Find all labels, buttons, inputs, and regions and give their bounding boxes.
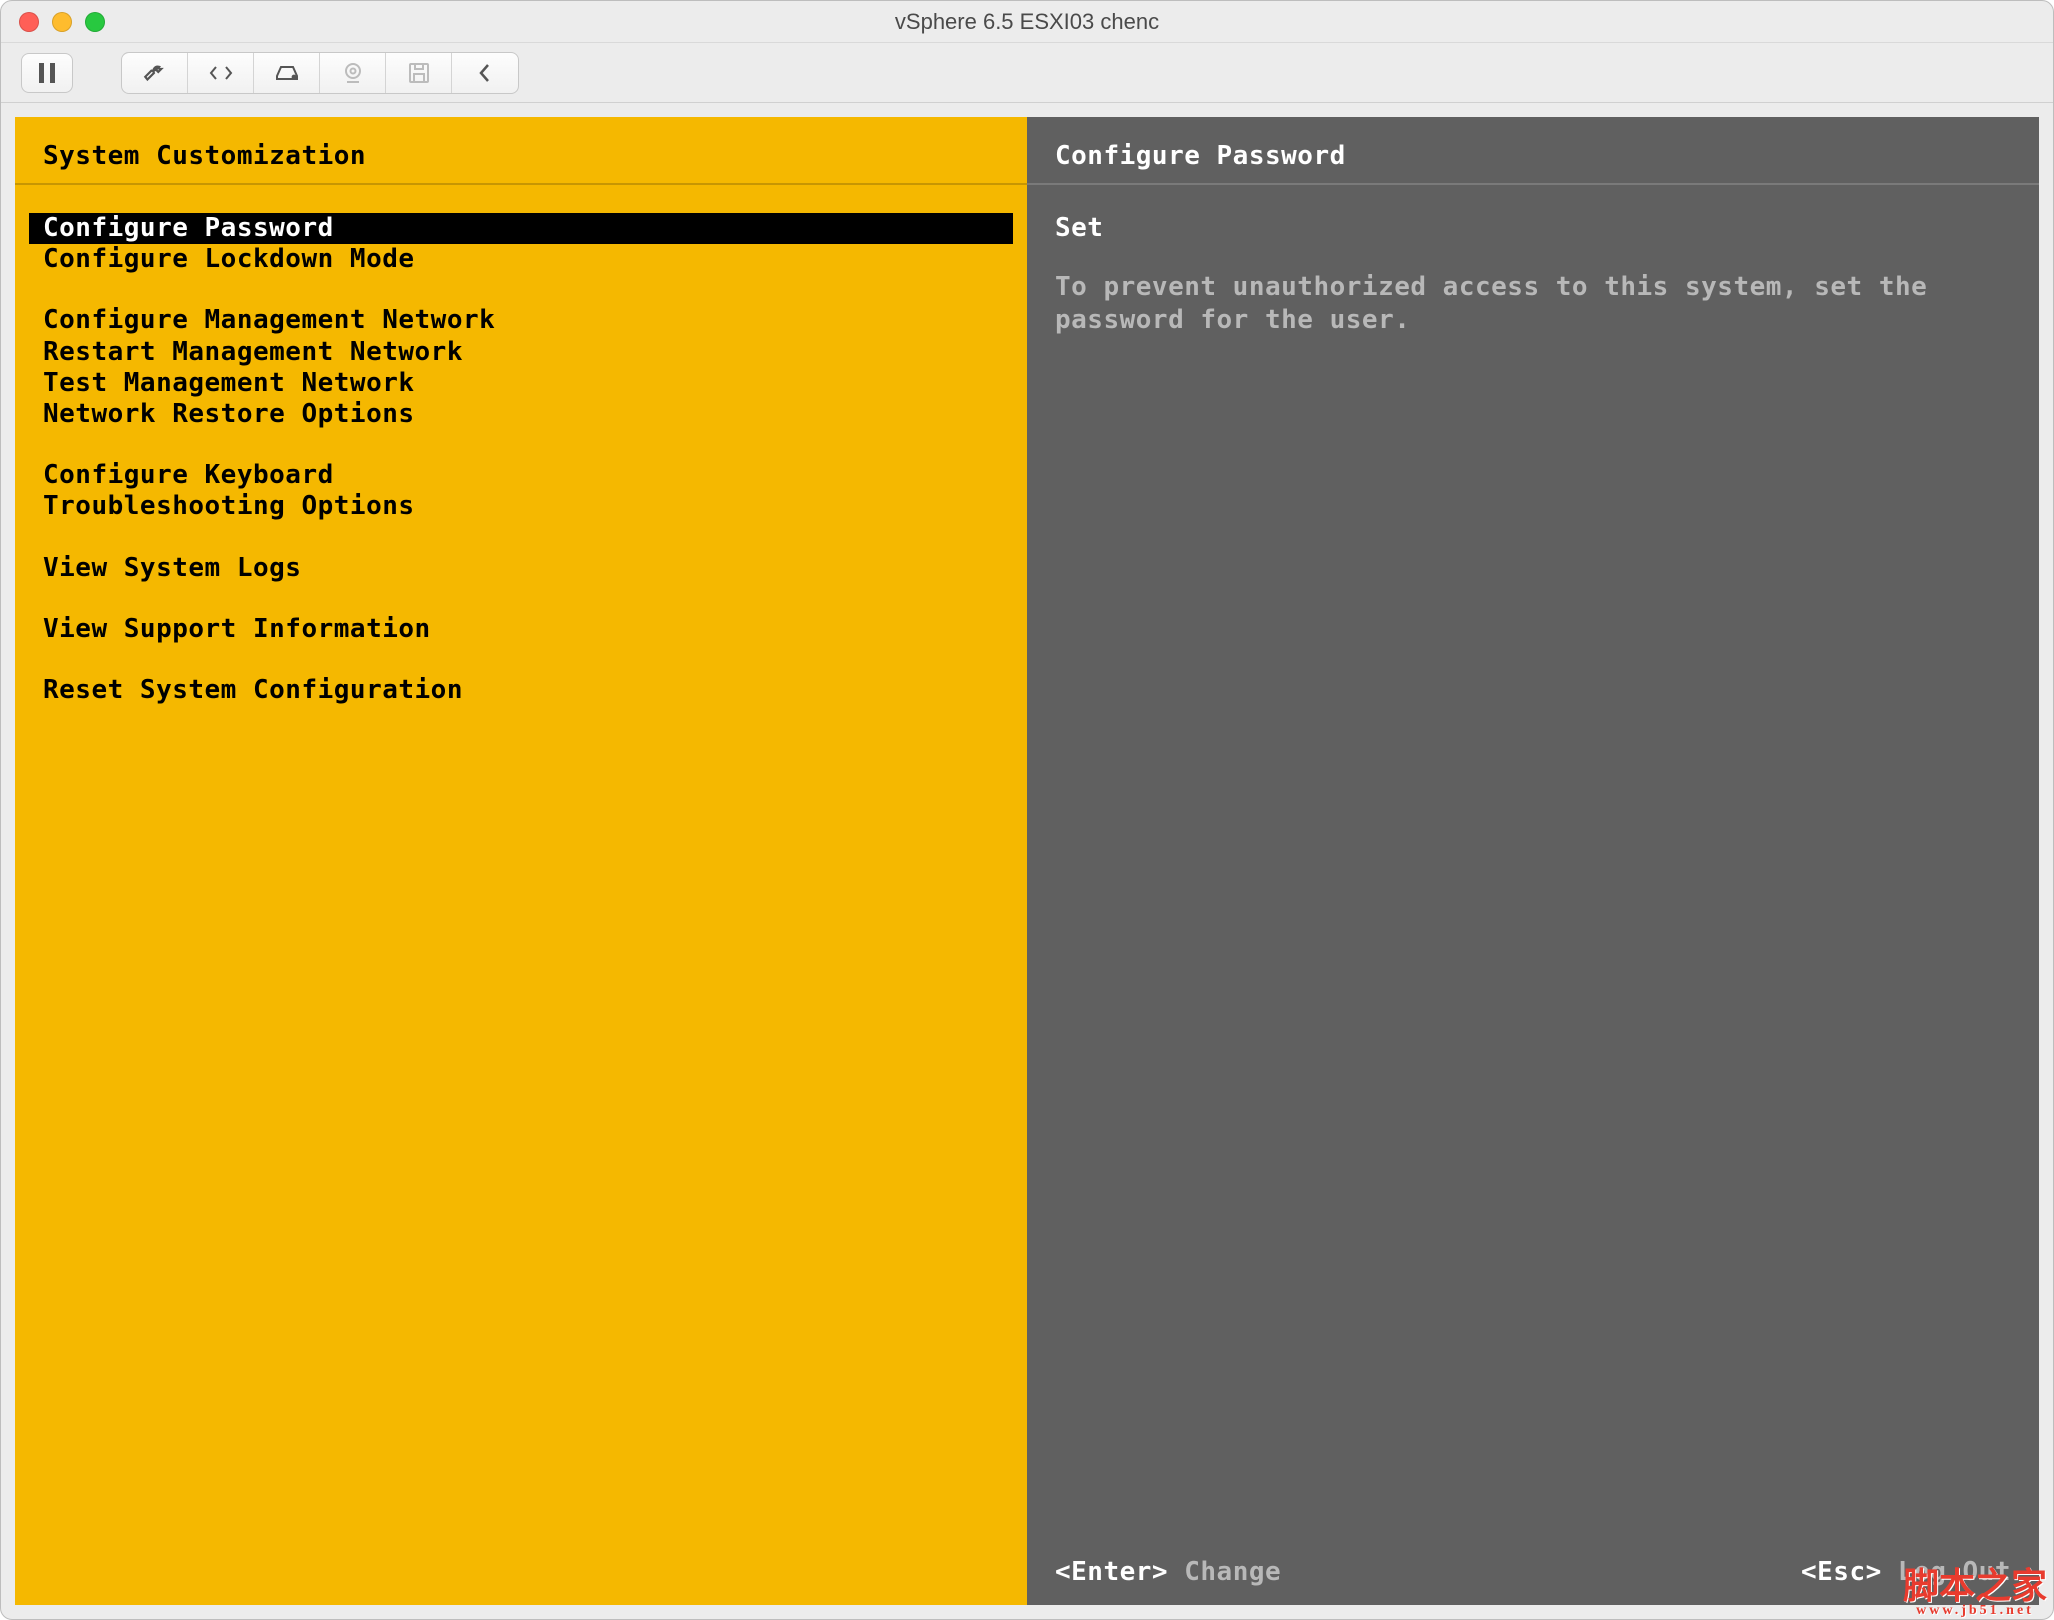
disk-button[interactable] bbox=[254, 53, 320, 93]
pause-button[interactable] bbox=[21, 53, 73, 93]
left-pane: System Customization Configure PasswordC… bbox=[15, 117, 1027, 1605]
resize-button[interactable] bbox=[188, 53, 254, 93]
menu-item-configure-keyboard[interactable]: Configure Keyboard bbox=[29, 460, 1013, 491]
hint-enter: <Enter> Change bbox=[1055, 1557, 1281, 1587]
left-pane-title: System Customization bbox=[15, 117, 1027, 185]
menu-item-restart-management-network[interactable]: Restart Management Network bbox=[29, 337, 1013, 368]
password-status: Set bbox=[1055, 213, 2011, 243]
footer-hints: <Enter> Change <Esc> Log Out bbox=[1027, 1557, 2039, 1587]
close-window-button[interactable] bbox=[19, 12, 39, 32]
detail-panel: Set To prevent unauthorized access to th… bbox=[1027, 185, 2039, 336]
menu-item-troubleshooting-options[interactable]: Troubleshooting Options bbox=[29, 491, 1013, 522]
resize-icon bbox=[208, 64, 234, 82]
menu-item-network-restore-options[interactable]: Network Restore Options bbox=[29, 399, 1013, 430]
hint-esc-label: Log Out bbox=[1882, 1557, 2011, 1587]
webcam-icon bbox=[341, 62, 365, 84]
menu-item-reset-system-configuration[interactable]: Reset System Configuration bbox=[29, 675, 1013, 706]
minimize-window-button[interactable] bbox=[52, 12, 72, 32]
titlebar: vSphere 6.5 ESXI03 chenc bbox=[1, 1, 2053, 43]
menu-item-configure-password[interactable]: Configure Password bbox=[29, 213, 1013, 244]
system-customization-menu: Configure PasswordConfigure Lockdown Mod… bbox=[15, 185, 1027, 736]
pause-icon bbox=[38, 63, 56, 83]
password-description: To prevent unauthorized access to this s… bbox=[1055, 271, 2011, 336]
floppy-button[interactable] bbox=[386, 53, 452, 93]
hint-esc-key: <Esc> bbox=[1801, 1557, 1882, 1587]
webcam-button[interactable] bbox=[320, 53, 386, 93]
menu-item-view-support-information[interactable]: View Support Information bbox=[29, 614, 1013, 645]
toolbar bbox=[1, 43, 2053, 103]
hint-esc: <Esc> Log Out bbox=[1801, 1557, 2011, 1587]
app-window: vSphere 6.5 ESXI03 chenc bbox=[0, 0, 2054, 1620]
menu-item-configure-management-network[interactable]: Configure Management Network bbox=[29, 305, 1013, 336]
menu-item-view-system-logs[interactable]: View System Logs bbox=[29, 553, 1013, 584]
wrench-icon bbox=[142, 60, 168, 86]
dcui-console[interactable]: System Customization Configure PasswordC… bbox=[15, 117, 2039, 1605]
window-title: vSphere 6.5 ESXI03 chenc bbox=[1, 1, 2053, 43]
hint-enter-label: Change bbox=[1168, 1557, 1281, 1587]
traffic-lights bbox=[19, 12, 105, 32]
menu-item-configure-lockdown-mode[interactable]: Configure Lockdown Mode bbox=[29, 244, 1013, 275]
back-button[interactable] bbox=[452, 53, 518, 93]
menu-item-test-management-network[interactable]: Test Management Network bbox=[29, 368, 1013, 399]
disk-icon bbox=[273, 64, 301, 82]
right-pane: Configure Password Set To prevent unauth… bbox=[1027, 117, 2039, 1605]
settings-button[interactable] bbox=[122, 53, 188, 93]
zoom-window-button[interactable] bbox=[85, 12, 105, 32]
hint-enter-key: <Enter> bbox=[1055, 1557, 1168, 1587]
back-icon bbox=[477, 63, 493, 83]
console-viewport: System Customization Configure PasswordC… bbox=[1, 103, 2053, 1619]
toolbar-device-group bbox=[121, 52, 519, 94]
floppy-icon bbox=[408, 62, 430, 84]
right-pane-title: Configure Password bbox=[1027, 117, 2039, 185]
